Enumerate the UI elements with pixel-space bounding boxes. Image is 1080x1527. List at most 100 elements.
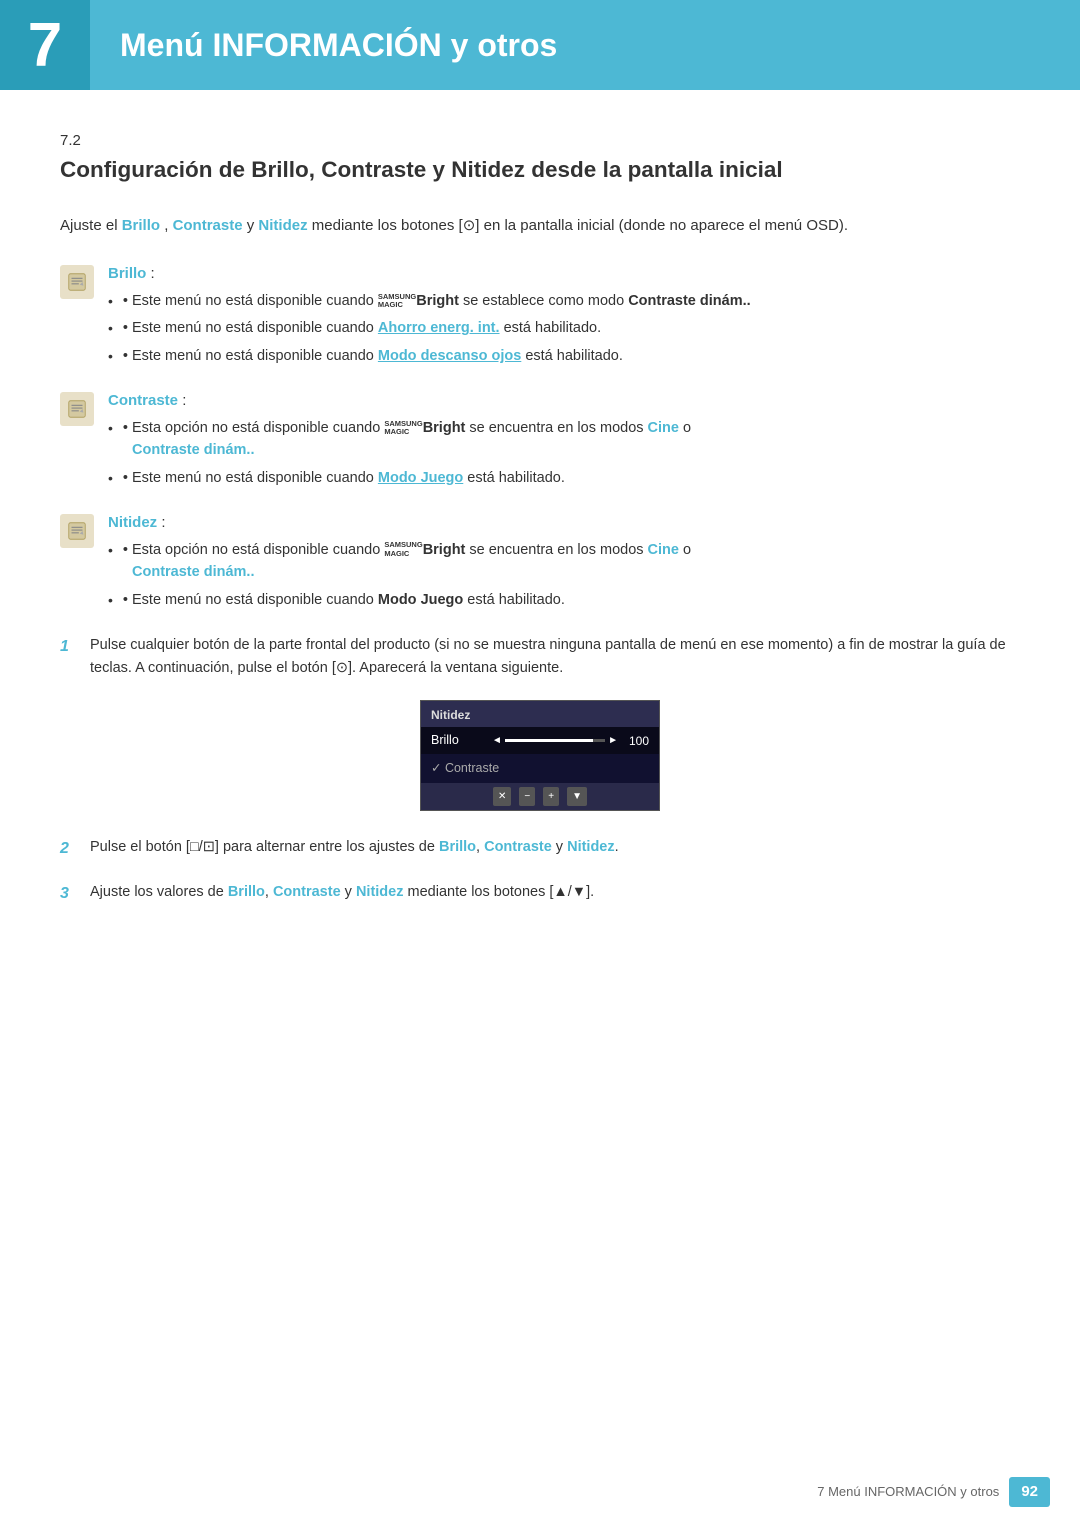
samsung-magic-2: SAMSUNGMAGIC bbox=[384, 420, 422, 437]
main-content: 7.2 Configuración de Brillo, Contraste y… bbox=[0, 130, 1080, 987]
note-contraste-label-line: Contraste : bbox=[108, 390, 1020, 413]
step-2-number: 2 bbox=[60, 836, 78, 862]
osd-header-row: Nitidez bbox=[421, 701, 659, 727]
note-nitidez-label-line: Nitidez : bbox=[108, 512, 1020, 535]
bullet-dot: • bbox=[123, 539, 132, 561]
osd-bottom-bar: ✕ − + ▼ bbox=[421, 783, 659, 810]
contraste-bullet-1: • Esta opción no está disponible cuando … bbox=[108, 417, 1020, 462]
pencil-icon-nitidez bbox=[60, 514, 94, 548]
osd-btn-plus: + bbox=[543, 787, 559, 806]
contraste-bullet-2: • Este menú no está disponible cuando Mo… bbox=[108, 467, 1020, 489]
note-contraste-content: Contraste : • Esta opción no está dispon… bbox=[108, 390, 1020, 494]
samsung-magic-3: SAMSUNGMAGIC bbox=[384, 541, 422, 558]
step-2: 2 Pulse el botón [□/⊡] para alternar ent… bbox=[60, 836, 1020, 862]
intro-paragraph: Ajuste el Brillo , Contraste y Nitidez m… bbox=[60, 214, 1020, 238]
osd-contraste-row: ✓ Contraste bbox=[421, 754, 659, 783]
pencil-svg-3 bbox=[66, 520, 88, 542]
section-number: 7.2 bbox=[60, 132, 81, 149]
footer-page-number: 92 bbox=[1009, 1477, 1050, 1508]
nitidez-label: Nitidez bbox=[108, 514, 157, 531]
page-footer: 7 Menú INFORMACIÓN y otros 92 bbox=[0, 1477, 1080, 1508]
nitidez-bullet-1: • Esta opción no está disponible cuando … bbox=[108, 539, 1020, 584]
contraste-dinam-2: Contraste dinám.. bbox=[132, 442, 254, 458]
pencil-svg bbox=[66, 271, 88, 293]
brillo-bullet-3: • Este menú no está disponible cuando Mo… bbox=[108, 345, 1020, 367]
ahorro-energ-link: Ahorro energ. int. bbox=[378, 320, 500, 336]
step2-contraste: Contraste bbox=[484, 839, 552, 855]
nitidez-colon: : bbox=[161, 514, 165, 531]
intro-text-before: Ajuste el bbox=[60, 217, 122, 234]
modo-juego-bold: Modo Juego bbox=[378, 592, 463, 608]
osd-slider-row: Brillo ◄ ► 100 bbox=[421, 727, 659, 754]
section-heading: 7.2 Configuración de Brillo, Contraste y… bbox=[60, 130, 1020, 186]
modo-juego-link-1: Modo Juego bbox=[378, 470, 463, 486]
osd-menu: Nitidez Brillo ◄ ► 100 ✓ Contraste ✕ − bbox=[420, 700, 660, 811]
bright-bold-3: Bright bbox=[423, 542, 466, 558]
samsung-magic-1: SAMSUNGMAGIC bbox=[378, 293, 416, 310]
intro-sep2: y bbox=[247, 217, 259, 234]
section-title: Configuración de Brillo, Contraste y Nit… bbox=[60, 153, 1020, 187]
brillo-colon: : bbox=[151, 265, 155, 282]
pencil-icon-contraste bbox=[60, 392, 94, 426]
nitidez-bullets: • Esta opción no está disponible cuando … bbox=[108, 539, 1020, 611]
intro-sep1: , bbox=[164, 217, 172, 234]
modo-descanso-link: Modo descanso ojos bbox=[378, 348, 521, 364]
brillo-bullet-2: • Este menú no está disponible cuando Ah… bbox=[108, 317, 1020, 339]
osd-contraste-label: ✓ Contraste bbox=[431, 759, 499, 778]
chapter-title-box: Menú INFORMACIÓN y otros bbox=[90, 0, 557, 90]
osd-container: Nitidez Brillo ◄ ► 100 ✓ Contraste ✕ − bbox=[60, 700, 1020, 811]
note-brillo-content: Brillo : • Este menú no está disponible … bbox=[108, 263, 1020, 372]
osd-btn-v: ▼ bbox=[567, 787, 587, 806]
bullet-dot: • bbox=[123, 589, 132, 611]
intro-text-after: mediante los botones [⊙] en la pantalla … bbox=[312, 217, 848, 234]
step-3: 3 Ajuste los valores de Brillo, Contrast… bbox=[60, 881, 1020, 907]
bright-bold-1: Bright bbox=[416, 293, 459, 309]
step2-brillo: Brillo bbox=[439, 839, 476, 855]
brillo-bullets: • Este menú no está disponible cuando SA… bbox=[108, 290, 1020, 367]
intro-contraste: Contraste bbox=[173, 217, 243, 234]
step2-nitidez: Nitidez bbox=[567, 839, 615, 855]
note-nitidez-content: Nitidez : • Esta opción no está disponib… bbox=[108, 512, 1020, 616]
bullet-dot: • bbox=[123, 290, 132, 312]
bullet-dot: • bbox=[123, 317, 132, 339]
step-3-number: 3 bbox=[60, 881, 78, 907]
pencil-icon-brillo bbox=[60, 265, 94, 299]
note-contraste-block: Contraste : • Esta opción no está dispon… bbox=[60, 390, 1020, 494]
osd-btn-minus: − bbox=[519, 787, 535, 806]
slider-arrow-right: ► bbox=[608, 733, 618, 748]
chapter-title: Menú INFORMACIÓN y otros bbox=[120, 21, 557, 69]
chapter-number: 7 bbox=[0, 0, 90, 90]
pencil-svg-2 bbox=[66, 398, 88, 420]
osd-brillo-label: Brillo bbox=[431, 731, 486, 750]
contraste-colon: : bbox=[182, 392, 186, 409]
step3-brillo: Brillo bbox=[228, 884, 265, 900]
step-1-number: 1 bbox=[60, 634, 78, 660]
footer-chapter-text: 7 Menú INFORMACIÓN y otros bbox=[817, 1482, 999, 1502]
note-brillo-block: Brillo : • Este menú no está disponible … bbox=[60, 263, 1020, 372]
cine-label-2: Cine bbox=[648, 542, 679, 558]
step3-contraste: Contraste bbox=[273, 884, 341, 900]
osd-brillo-value: 100 bbox=[624, 732, 649, 750]
note-nitidez-block: Nitidez : • Esta opción no está disponib… bbox=[60, 512, 1020, 616]
osd-header-label: Nitidez bbox=[431, 706, 470, 724]
slider-track bbox=[505, 739, 605, 742]
contraste-dinam-1: Contraste dinám.. bbox=[628, 293, 750, 309]
step-1-text: Pulse cualquier botón de la parte fronta… bbox=[90, 634, 1020, 680]
intro-brillo: Brillo bbox=[122, 217, 160, 234]
contraste-dinam-3: Contraste dinám.. bbox=[132, 564, 254, 580]
osd-slider: ◄ ► bbox=[492, 733, 618, 748]
brillo-bullet-1: • Este menú no está disponible cuando SA… bbox=[108, 290, 1020, 312]
contraste-bullets: • Esta opción no está disponible cuando … bbox=[108, 417, 1020, 489]
contraste-label: Contraste bbox=[108, 392, 178, 409]
bullet-dot: • bbox=[123, 345, 132, 367]
nitidez-bullet-2: • Este menú no está disponible cuando Mo… bbox=[108, 589, 1020, 611]
intro-nitidez: Nitidez bbox=[258, 217, 307, 234]
step3-nitidez: Nitidez bbox=[356, 884, 404, 900]
slider-fill bbox=[505, 739, 593, 742]
step-1: 1 Pulse cualquier botón de la parte fron… bbox=[60, 634, 1020, 680]
note-brillo-label-line: Brillo : bbox=[108, 263, 1020, 286]
bright-bold-2: Bright bbox=[423, 420, 466, 436]
bullet-dot: • bbox=[123, 417, 132, 439]
bullet-dot: • bbox=[123, 467, 132, 489]
osd-btn-x: ✕ bbox=[493, 787, 511, 806]
